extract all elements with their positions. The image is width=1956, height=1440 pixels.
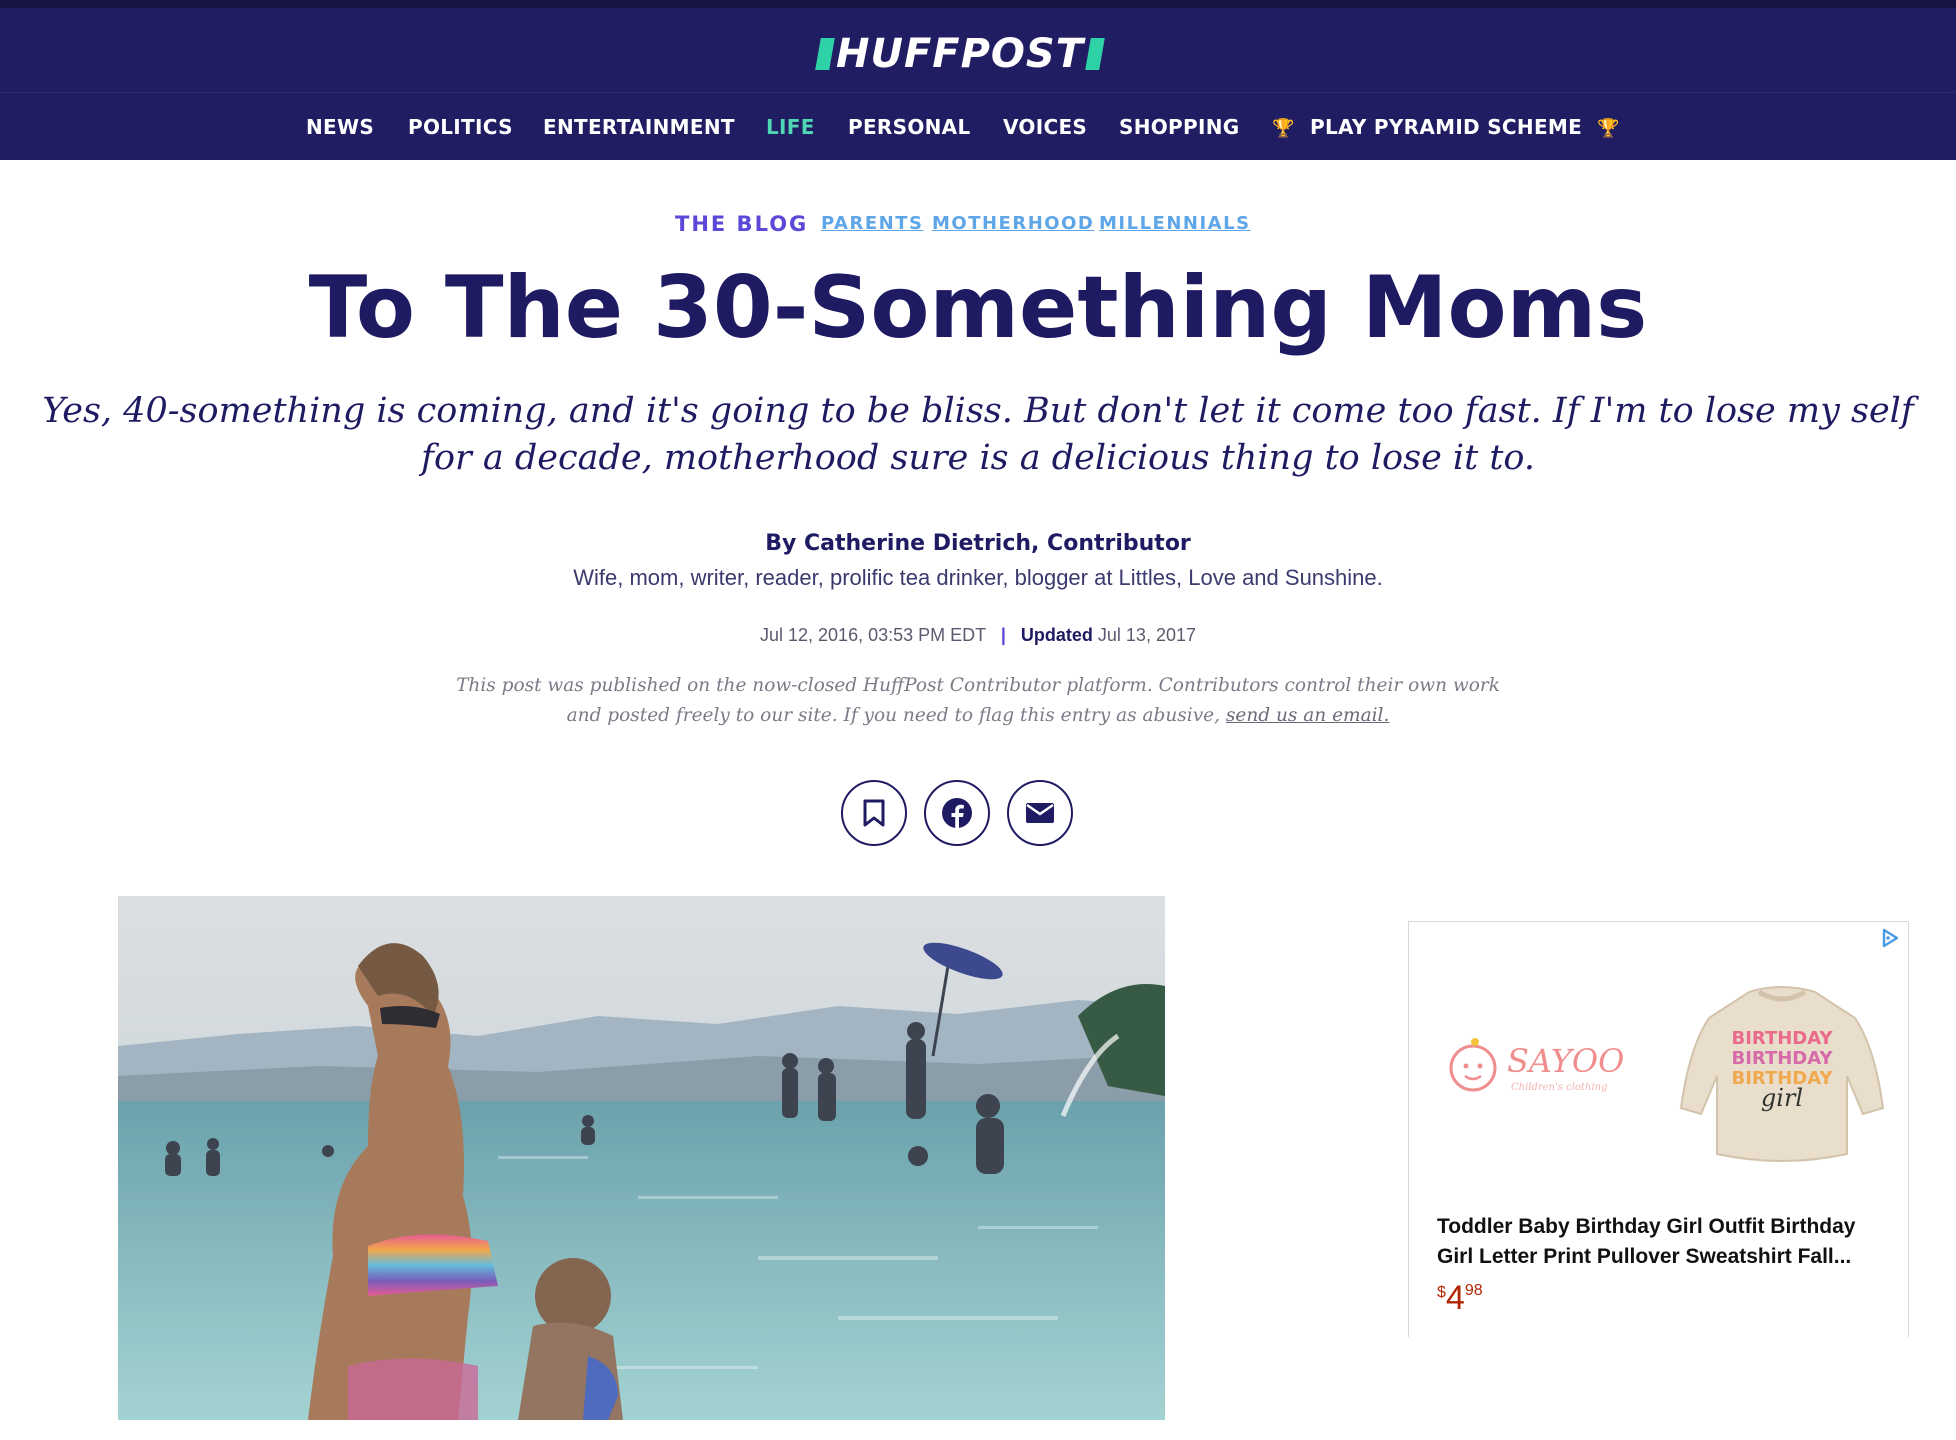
article-title: To The 30-Something Moms [308, 258, 1648, 358]
nav-item-news[interactable]: NEWS [306, 93, 374, 161]
main-nav: NEWS POLITICS ENTERTAINMENT LIFE PERSONA… [0, 92, 1956, 160]
updated-date: Jul 13, 2017 [1097, 625, 1196, 645]
tag-motherhood[interactable]: MOTHERHOOD [932, 210, 1094, 238]
masthead: HUFFPOST [0, 8, 1956, 92]
product-price: $498 [1437, 1278, 1483, 1318]
price-whole: 4 [1445, 1279, 1465, 1317]
nav-item-personal[interactable]: PERSONAL [848, 93, 971, 161]
nav-item-entertainment[interactable]: ENTERTAINMENT [543, 93, 735, 161]
bookmark-button[interactable] [841, 780, 907, 846]
trophy-icon: 🏆 [1272, 118, 1295, 139]
email-share-button[interactable] [1007, 780, 1073, 846]
nav-item-play-pyramid-scheme[interactable]: 🏆 PLAY PYRAMID SCHEME 🏆 [1272, 93, 1620, 161]
nav-item-life[interactable]: LIFE [766, 93, 815, 161]
contributor-notice: This post was published on the now-close… [440, 671, 1516, 731]
price-currency: $ [1437, 1284, 1446, 1301]
dateline: Jul 12, 2016, 03:53 PM EDT | Updated Jul… [0, 623, 1956, 647]
nav-item-politics[interactable]: POLITICS [408, 93, 513, 161]
report-email-link[interactable]: send us an email. [1226, 705, 1389, 726]
logo-text: HUFFPOST [836, 31, 1085, 77]
email-icon [1026, 803, 1054, 823]
nav-item-voices[interactable]: VOICES [1003, 93, 1087, 161]
brand-logo-image: SAYOO Children's clothing [1449, 1038, 1624, 1093]
logo-left-bar [815, 38, 835, 70]
article-dek: Yes, 40-something is coming, and it's go… [42, 391, 1914, 478]
facebook-share-button[interactable] [924, 780, 990, 846]
brand-name: SAYOO [1507, 1042, 1624, 1080]
sweater-print-top: BIRTHDAY [1732, 1028, 1834, 1049]
sweater-script-text: girl [1761, 1084, 1803, 1112]
tag-millennials[interactable]: MILLENNIALS [1099, 210, 1251, 238]
beach-photo [118, 896, 1165, 1420]
published-date: Jul 12, 2016, 03:53 PM EDT [760, 625, 986, 645]
adchoices-icon[interactable] [1878, 926, 1902, 950]
brand-logo: SAYOO Children's clothing [1445, 1034, 1635, 1104]
article-hero-image [118, 896, 1165, 1420]
brand-tagline: Children's clothing [1511, 1082, 1607, 1093]
logo-right-bar [1085, 38, 1105, 70]
price-fraction: 98 [1464, 1282, 1483, 1299]
top-border [0, 0, 1956, 8]
huffpost-logo[interactable]: HUFFPOST [815, 30, 1105, 78]
tag-parents[interactable]: PARENTS [821, 210, 923, 238]
sponsored-product-ad[interactable]: SAYOO Children's clothing BIRTHDAY BIRTH… [1408, 921, 1909, 1337]
date-separator: | [1000, 625, 1006, 645]
nav-item-label: PLAY PYRAMID SCHEME [1309, 115, 1583, 139]
sweater-image: BIRTHDAY BIRTHDAY BIRTHDAY girl [1679, 986, 1885, 1162]
sweater-print-main: BIRTHDAY [1732, 1048, 1834, 1069]
product-image[interactable]: BIRTHDAY BIRTHDAY BIRTHDAY girl [1679, 978, 1885, 1170]
facebook-icon [942, 798, 972, 828]
author-byline[interactable]: By Catherine Dietrich, Contributor [0, 530, 1956, 558]
nav-item-shopping[interactable]: SHOPPING [1119, 93, 1239, 161]
section-label[interactable]: THE BLOG [675, 210, 808, 238]
trophy-icon: 🏆 [1597, 118, 1621, 139]
bookmark-icon [863, 799, 885, 827]
product-title-link[interactable]: Toddler Baby Birthday Girl Outfit Birthd… [1437, 1212, 1887, 1272]
updated-label: Updated [1020, 625, 1093, 645]
author-bio: Wife, mom, writer, reader, prolific tea … [573, 565, 1383, 590]
